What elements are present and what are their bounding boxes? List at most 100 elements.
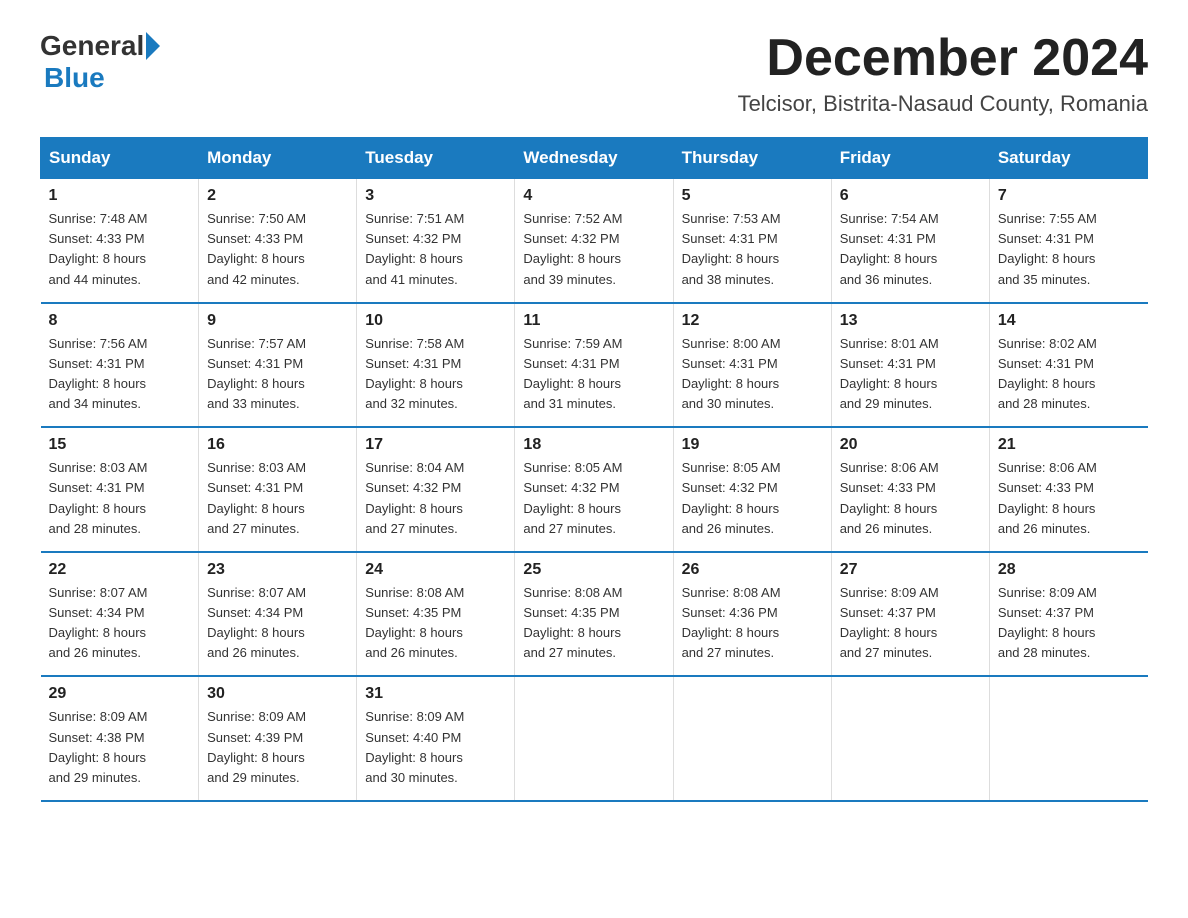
calendar-cell: 16 Sunrise: 8:03 AM Sunset: 4:31 PM Dayl… [199,427,357,552]
day-info: Sunrise: 7:55 AM Sunset: 4:31 PM Dayligh… [998,209,1140,290]
day-number: 3 [365,187,506,205]
logo: General Blue [40,30,162,94]
calendar-cell: 12 Sunrise: 8:00 AM Sunset: 4:31 PM Dayl… [673,303,831,428]
location-title: Telcisor, Bistrita-Nasaud County, Romani… [738,91,1148,117]
calendar-cell: 29 Sunrise: 8:09 AM Sunset: 4:38 PM Dayl… [41,676,199,801]
calendar-cell: 25 Sunrise: 8:08 AM Sunset: 4:35 PM Dayl… [515,552,673,677]
calendar-cell: 23 Sunrise: 8:07 AM Sunset: 4:34 PM Dayl… [199,552,357,677]
calendar-cell: 22 Sunrise: 8:07 AM Sunset: 4:34 PM Dayl… [41,552,199,677]
month-title: December 2024 [738,30,1148,87]
day-info: Sunrise: 7:48 AM Sunset: 4:33 PM Dayligh… [49,209,191,290]
day-info: Sunrise: 8:08 AM Sunset: 4:35 PM Dayligh… [365,583,506,664]
day-number: 2 [207,187,348,205]
calendar-header-row: SundayMondayTuesdayWednesdayThursdayFrid… [41,138,1148,179]
day-info: Sunrise: 8:06 AM Sunset: 4:33 PM Dayligh… [840,458,981,539]
calendar-cell: 2 Sunrise: 7:50 AM Sunset: 4:33 PM Dayli… [199,179,357,303]
calendar-cell: 5 Sunrise: 7:53 AM Sunset: 4:31 PM Dayli… [673,179,831,303]
day-number: 14 [998,312,1140,330]
day-info: Sunrise: 8:00 AM Sunset: 4:31 PM Dayligh… [682,334,823,415]
calendar-cell: 17 Sunrise: 8:04 AM Sunset: 4:32 PM Dayl… [357,427,515,552]
calendar-cell: 14 Sunrise: 8:02 AM Sunset: 4:31 PM Dayl… [989,303,1147,428]
calendar-cell [515,676,673,801]
day-info: Sunrise: 8:01 AM Sunset: 4:31 PM Dayligh… [840,334,981,415]
calendar-table: SundayMondayTuesdayWednesdayThursdayFrid… [40,137,1148,802]
day-number: 26 [682,561,823,579]
header-day-sunday: Sunday [41,138,199,179]
day-info: Sunrise: 7:59 AM Sunset: 4:31 PM Dayligh… [523,334,664,415]
calendar-cell: 13 Sunrise: 8:01 AM Sunset: 4:31 PM Dayl… [831,303,989,428]
day-number: 9 [207,312,348,330]
day-info: Sunrise: 8:05 AM Sunset: 4:32 PM Dayligh… [523,458,664,539]
day-info: Sunrise: 7:51 AM Sunset: 4:32 PM Dayligh… [365,209,506,290]
day-info: Sunrise: 7:52 AM Sunset: 4:32 PM Dayligh… [523,209,664,290]
day-number: 10 [365,312,506,330]
day-number: 27 [840,561,981,579]
calendar-cell: 30 Sunrise: 8:09 AM Sunset: 4:39 PM Dayl… [199,676,357,801]
logo-general-text: General [40,30,144,62]
day-info: Sunrise: 8:08 AM Sunset: 4:36 PM Dayligh… [682,583,823,664]
day-number: 24 [365,561,506,579]
day-number: 29 [49,685,191,703]
day-number: 4 [523,187,664,205]
week-row-5: 29 Sunrise: 8:09 AM Sunset: 4:38 PM Dayl… [41,676,1148,801]
calendar-cell: 27 Sunrise: 8:09 AM Sunset: 4:37 PM Dayl… [831,552,989,677]
day-info: Sunrise: 8:03 AM Sunset: 4:31 PM Dayligh… [207,458,348,539]
day-number: 25 [523,561,664,579]
day-number: 23 [207,561,348,579]
day-number: 11 [523,312,664,330]
header-day-monday: Monday [199,138,357,179]
day-info: Sunrise: 8:05 AM Sunset: 4:32 PM Dayligh… [682,458,823,539]
day-number: 19 [682,436,823,454]
calendar-cell: 31 Sunrise: 8:09 AM Sunset: 4:40 PM Dayl… [357,676,515,801]
calendar-cell: 1 Sunrise: 7:48 AM Sunset: 4:33 PM Dayli… [41,179,199,303]
day-number: 13 [840,312,981,330]
day-info: Sunrise: 7:56 AM Sunset: 4:31 PM Dayligh… [49,334,191,415]
day-info: Sunrise: 7:50 AM Sunset: 4:33 PM Dayligh… [207,209,348,290]
logo-blue-text: Blue [44,62,105,93]
day-info: Sunrise: 8:09 AM Sunset: 4:40 PM Dayligh… [365,707,506,788]
calendar-cell: 4 Sunrise: 7:52 AM Sunset: 4:32 PM Dayli… [515,179,673,303]
day-info: Sunrise: 7:58 AM Sunset: 4:31 PM Dayligh… [365,334,506,415]
day-number: 7 [998,187,1140,205]
week-row-1: 1 Sunrise: 7:48 AM Sunset: 4:33 PM Dayli… [41,179,1148,303]
calendar-cell: 3 Sunrise: 7:51 AM Sunset: 4:32 PM Dayli… [357,179,515,303]
day-info: Sunrise: 7:54 AM Sunset: 4:31 PM Dayligh… [840,209,981,290]
calendar-cell: 11 Sunrise: 7:59 AM Sunset: 4:31 PM Dayl… [515,303,673,428]
header-day-tuesday: Tuesday [357,138,515,179]
calendar-cell: 6 Sunrise: 7:54 AM Sunset: 4:31 PM Dayli… [831,179,989,303]
day-number: 28 [998,561,1140,579]
day-number: 12 [682,312,823,330]
calendar-cell: 18 Sunrise: 8:05 AM Sunset: 4:32 PM Dayl… [515,427,673,552]
day-number: 6 [840,187,981,205]
week-row-3: 15 Sunrise: 8:03 AM Sunset: 4:31 PM Dayl… [41,427,1148,552]
day-info: Sunrise: 8:07 AM Sunset: 4:34 PM Dayligh… [49,583,191,664]
day-number: 16 [207,436,348,454]
day-info: Sunrise: 8:03 AM Sunset: 4:31 PM Dayligh… [49,458,191,539]
calendar-cell: 15 Sunrise: 8:03 AM Sunset: 4:31 PM Dayl… [41,427,199,552]
header-day-thursday: Thursday [673,138,831,179]
day-info: Sunrise: 7:53 AM Sunset: 4:31 PM Dayligh… [682,209,823,290]
calendar-cell: 19 Sunrise: 8:05 AM Sunset: 4:32 PM Dayl… [673,427,831,552]
header-day-friday: Friday [831,138,989,179]
day-number: 8 [49,312,191,330]
calendar-cell: 24 Sunrise: 8:08 AM Sunset: 4:35 PM Dayl… [357,552,515,677]
day-number: 20 [840,436,981,454]
day-info: Sunrise: 8:09 AM Sunset: 4:38 PM Dayligh… [49,707,191,788]
day-info: Sunrise: 7:57 AM Sunset: 4:31 PM Dayligh… [207,334,348,415]
calendar-cell: 10 Sunrise: 7:58 AM Sunset: 4:31 PM Dayl… [357,303,515,428]
week-row-2: 8 Sunrise: 7:56 AM Sunset: 4:31 PM Dayli… [41,303,1148,428]
calendar-cell [989,676,1147,801]
day-info: Sunrise: 8:04 AM Sunset: 4:32 PM Dayligh… [365,458,506,539]
day-number: 1 [49,187,191,205]
page-header: General Blue December 2024 Telcisor, Bis… [40,30,1148,117]
calendar-cell: 20 Sunrise: 8:06 AM Sunset: 4:33 PM Dayl… [831,427,989,552]
title-block: December 2024 Telcisor, Bistrita-Nasaud … [738,30,1148,117]
day-number: 22 [49,561,191,579]
day-info: Sunrise: 8:09 AM Sunset: 4:37 PM Dayligh… [840,583,981,664]
day-number: 18 [523,436,664,454]
calendar-cell: 8 Sunrise: 7:56 AM Sunset: 4:31 PM Dayli… [41,303,199,428]
day-number: 31 [365,685,506,703]
day-number: 17 [365,436,506,454]
day-number: 30 [207,685,348,703]
day-number: 5 [682,187,823,205]
